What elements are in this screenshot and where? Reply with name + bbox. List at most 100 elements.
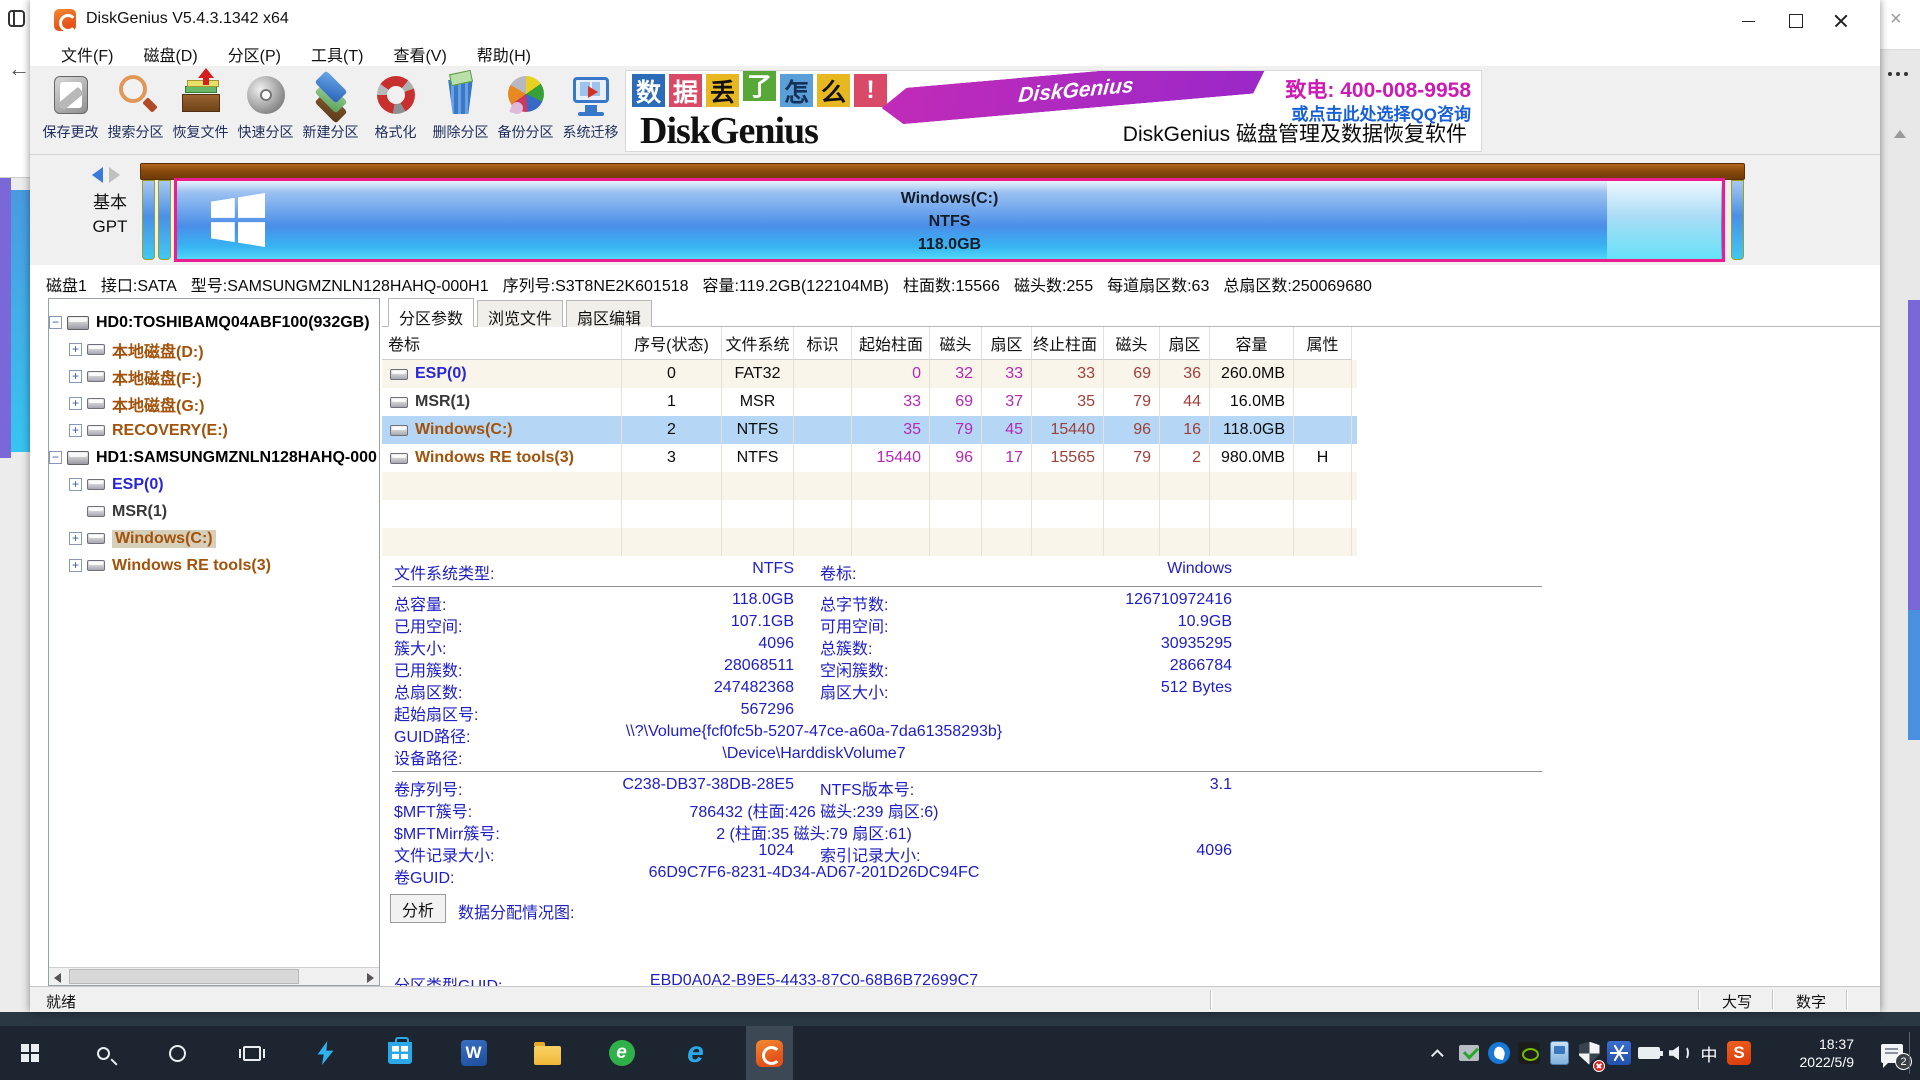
nvidia-icon: [1518, 1042, 1540, 1064]
scrollbar-thumb[interactable]: [69, 969, 299, 984]
more-menu-icon[interactable]: [1888, 72, 1910, 76]
quick-partition-button[interactable]: 快速分区: [233, 68, 298, 152]
tray-messenger[interactable]: [1484, 1026, 1514, 1080]
tray-update[interactable]: [1454, 1026, 1484, 1080]
expand-icon[interactable]: +: [69, 343, 82, 356]
tree-item-local-g[interactable]: + 本地磁盘(G:): [49, 390, 379, 417]
ad-tagline: DiskGenius 磁盘管理及数据恢复软件: [1123, 118, 1467, 148]
system-migration-button[interactable]: 系统迁移: [558, 68, 623, 152]
taskbar-app-edge[interactable]: e: [672, 1026, 719, 1080]
expand-icon[interactable]: +: [69, 532, 82, 545]
tab-sector-edit[interactable]: 扇区编辑: [566, 300, 652, 327]
expand-icon[interactable]: +: [69, 424, 82, 437]
scroll-left-icon[interactable]: [54, 973, 61, 983]
scroll-up-icon[interactable]: [1894, 130, 1906, 138]
partition-segment-re-tools[interactable]: [1731, 180, 1744, 260]
partition-icon: [87, 371, 105, 382]
menu-view[interactable]: 查看(V): [378, 40, 461, 66]
new-partition-button[interactable]: 新建分区: [298, 68, 363, 152]
window-tab-icon: [8, 10, 25, 27]
taskbar-app-explorer[interactable]: [524, 1026, 571, 1080]
cortana-button[interactable]: [154, 1026, 201, 1080]
notification-center-button[interactable]: 2: [1864, 1026, 1920, 1080]
taskbar-search-button[interactable]: [80, 1026, 127, 1080]
tree-item-esp[interactable]: + ESP(0): [49, 471, 379, 498]
tree-item-local-d[interactable]: + 本地磁盘(D:): [49, 336, 379, 363]
menu-help[interactable]: 帮助(H): [462, 40, 546, 66]
tray-volume[interactable]: [1664, 1026, 1694, 1080]
tree-horizontal-scrollbar[interactable]: [49, 967, 379, 985]
tray-security[interactable]: [1574, 1026, 1604, 1080]
tray-snowflake[interactable]: [1604, 1026, 1634, 1080]
ad-banner[interactable]: 数 据 丢 了 怎 么 ! DiskGenius DiskGenius 致电: …: [625, 70, 1482, 152]
prev-disk-icon[interactable]: [92, 167, 103, 183]
expand-icon[interactable]: +: [69, 397, 82, 410]
taskbar-app-store[interactable]: [376, 1026, 423, 1080]
tree-item-msr[interactable]: MSR(1): [49, 498, 379, 525]
delete-partition-button[interactable]: 删除分区: [428, 68, 493, 152]
format-button[interactable]: 格式化: [363, 68, 428, 152]
collapse-icon[interactable]: −: [49, 316, 62, 329]
back-arrow-icon[interactable]: ←: [8, 56, 30, 82]
taskbar-app-browser-green[interactable]: e: [598, 1026, 645, 1080]
task-view-icon: [243, 1046, 261, 1061]
taskbar-app-word[interactable]: W: [450, 1026, 497, 1080]
table-row-esp[interactable]: ESP(0) 0 FAT32 0 32 33 33 69 36 260.0MB: [382, 360, 1357, 388]
menu-file[interactable]: 文件(F): [46, 40, 128, 66]
recover-files-button[interactable]: 恢复文件: [168, 68, 233, 152]
taskbar-app-diskgenius-active[interactable]: [746, 1026, 793, 1080]
title-bar: DiskGenius V5.4.3.1342 x64: [30, 0, 1880, 40]
save-changes-button[interactable]: 保存更改: [38, 68, 103, 152]
table-row-msr[interactable]: MSR(1) 1 MSR 33 69 37 35 79 44 16.0MB: [382, 388, 1357, 416]
expand-icon[interactable]: +: [69, 478, 82, 491]
tree-item-hd0[interactable]: − HD0:TOSHIBAMQ04ABF100(932GB): [49, 309, 379, 336]
menu-partition[interactable]: 分区(P): [213, 40, 296, 66]
taskbar-app-flash[interactable]: [302, 1026, 349, 1080]
tray-netcard[interactable]: [1544, 1026, 1574, 1080]
tree-item-windows-re[interactable]: + Windows RE tools(3): [49, 552, 379, 579]
backup-partition-button[interactable]: 备份分区: [493, 68, 558, 152]
maximize-button[interactable]: [1772, 0, 1818, 40]
analyze-button[interactable]: 分析: [390, 894, 446, 923]
diskgenius-app-icon: [54, 9, 76, 31]
tree-item-local-f[interactable]: + 本地磁盘(F:): [49, 363, 379, 390]
partition-icon: [87, 398, 105, 409]
tab-browse-files[interactable]: 浏览文件: [477, 300, 563, 327]
quick-partition-icon: [243, 72, 289, 118]
task-view-button[interactable]: [228, 1026, 275, 1080]
divider: [392, 586, 1542, 587]
show-desktop-divider[interactable]: [1909, 1032, 1910, 1074]
table-row-windows-re[interactable]: Windows RE tools(3) 3 NTFS 15440 96 17 1…: [382, 444, 1357, 472]
tray-ime[interactable]: 中: [1694, 1026, 1724, 1080]
expand-icon[interactable]: +: [69, 370, 82, 383]
tray-sogou[interactable]: S: [1724, 1026, 1754, 1080]
partition-segment-esp[interactable]: [142, 180, 155, 260]
tray-nvidia[interactable]: [1514, 1026, 1544, 1080]
menu-tools[interactable]: 工具(T): [296, 40, 378, 66]
close-icon[interactable]: ×: [1890, 8, 1902, 31]
search-partition-button[interactable]: 搜索分区: [103, 68, 168, 152]
chevron-up-icon: [1431, 1049, 1444, 1062]
tray-expand-button[interactable]: [1424, 1026, 1454, 1080]
disk-bar: Windows(C:) NTFS 118.0GB: [140, 163, 1745, 260]
scroll-right-icon[interactable]: [367, 973, 374, 983]
minimize-button[interactable]: [1726, 0, 1772, 40]
table-row-windows-c-selected[interactable]: Windows(C:) 2 NTFS 35 79 45 15440 96 16 …: [382, 416, 1357, 444]
selected-partition-label: Windows(C:) NTFS 118.0GB: [177, 187, 1722, 256]
wallpaper-strip: [11, 190, 30, 452]
partition-icon: [87, 506, 105, 517]
collapse-icon[interactable]: −: [49, 451, 62, 464]
close-button[interactable]: [1818, 0, 1864, 40]
partition-segment-msr[interactable]: [158, 180, 171, 260]
menu-disk[interactable]: 磁盘(D): [128, 40, 212, 66]
tree-item-hd1[interactable]: − HD1:SAMSUNGMZNLN128HAHQ-000: [49, 444, 379, 471]
start-button[interactable]: [6, 1026, 53, 1080]
tree-item-windows-c[interactable]: + Windows(C:): [49, 525, 379, 552]
next-disk-icon[interactable]: [109, 167, 120, 183]
tray-power[interactable]: [1634, 1026, 1664, 1080]
taskbar-clock[interactable]: 18:37 2022/5/9: [1768, 1035, 1854, 1071]
tab-partition-params[interactable]: 分区参数: [388, 298, 474, 327]
expand-icon[interactable]: +: [69, 559, 82, 572]
tree-item-recovery-e[interactable]: + RECOVERY(E:): [49, 417, 379, 444]
partition-segment-windows-c[interactable]: Windows(C:) NTFS 118.0GB: [174, 178, 1725, 262]
